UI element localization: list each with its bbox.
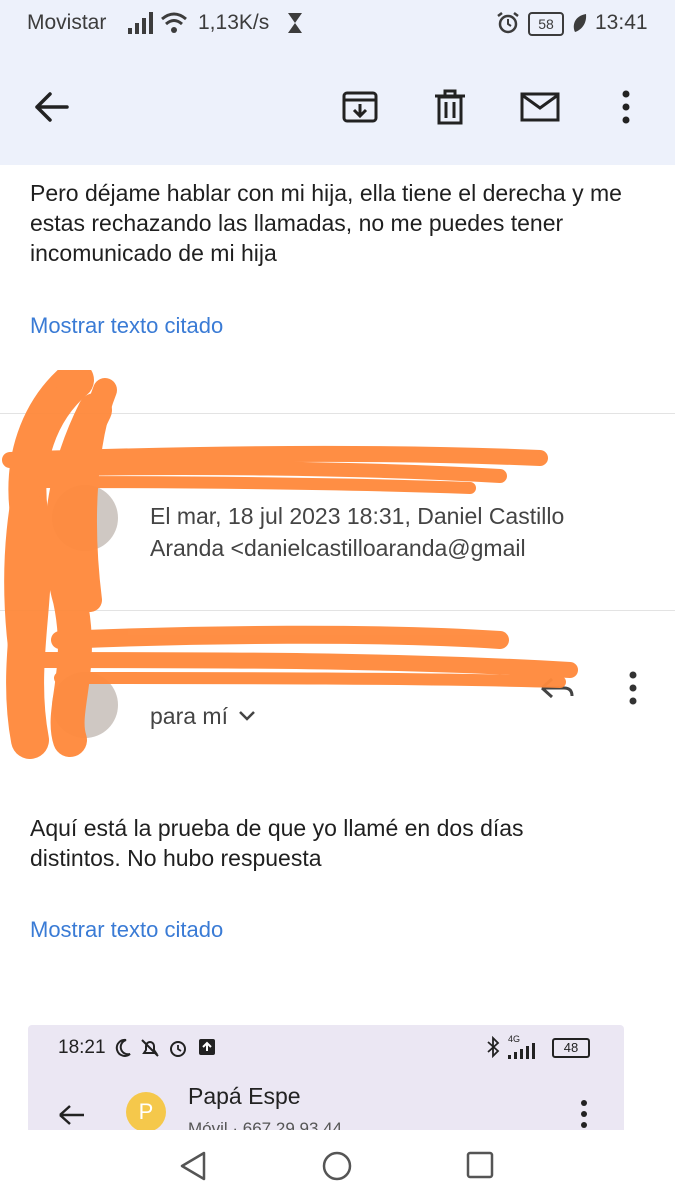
- upload-icon: [199, 1039, 215, 1055]
- mark-unread-icon: [520, 92, 560, 122]
- contact-name: Papá Espe: [188, 1083, 301, 1109]
- mark-unread-button[interactable]: [515, 82, 565, 132]
- show-quoted-text-link[interactable]: Mostrar texto citado: [30, 313, 223, 339]
- back-arrow-icon: [35, 92, 69, 122]
- nav-recents-icon[interactable]: [466, 1151, 494, 1179]
- chevron-down-icon: [239, 711, 255, 721]
- more-options-button[interactable]: [601, 82, 651, 132]
- muted-bell-icon: [141, 1039, 159, 1057]
- embedded-screenshot[interactable]: 18:21 4G 48 P Papá Espe Móvil · 667 29 9…: [28, 1025, 624, 1130]
- message-body-line-2: distintos. No hubo respuesta: [30, 845, 322, 871]
- carrier-label: Movistar: [27, 11, 107, 34]
- status-time: 13:41: [595, 11, 648, 34]
- alarm-icon: [170, 1041, 186, 1057]
- app-header: Movistar 1,13K/s 58 13:41: [0, 0, 675, 165]
- message-body: Pero déjame hablar con mi hija, ella tie…: [30, 180, 622, 266]
- recipient-details-toggle[interactable]: para mí: [150, 700, 256, 732]
- system-nav-bar: [0, 1130, 675, 1200]
- show-quoted-text-link[interactable]: Mostrar texto citado: [30, 917, 223, 943]
- archive-icon: [342, 91, 378, 123]
- embedded-time: 18:21: [58, 1037, 106, 1058]
- message-meta-line-2: Aranda <danielcastilloaranda@gmail: [150, 535, 526, 561]
- signal-icon: [128, 12, 153, 34]
- back-button[interactable]: [27, 82, 77, 132]
- contact-avatar: P: [126, 1092, 166, 1130]
- avatar[interactable]: [52, 485, 118, 551]
- contact-number: Móvil · 667 29 93 44: [188, 1119, 343, 1130]
- leaf-icon: [573, 14, 587, 32]
- wifi-icon: [161, 12, 187, 33]
- avatar[interactable]: [52, 672, 118, 738]
- nav-back-icon[interactable]: [178, 1150, 208, 1182]
- alarm-icon: [497, 12, 519, 34]
- divider: [0, 413, 675, 414]
- more-vert-icon: [622, 90, 630, 124]
- nav-home-icon[interactable]: [321, 1150, 353, 1182]
- divider: [0, 610, 675, 611]
- message-meta-line-1: El mar, 18 jul 2023 18:31, Daniel Castil…: [150, 503, 565, 529]
- trash-icon: [435, 89, 465, 125]
- status-bar: Movistar 1,13K/s 58 13:41: [0, 0, 675, 48]
- hourglass-icon: [288, 13, 302, 33]
- reply-icon[interactable]: [538, 676, 574, 700]
- embedded-battery: 48: [552, 1038, 590, 1058]
- cell-signal-icon: [508, 1043, 535, 1059]
- moon-icon: [115, 1038, 131, 1057]
- recipient-label: para mí: [150, 703, 228, 729]
- battery-indicator: 58: [528, 12, 564, 36]
- bluetooth-icon: [487, 1036, 500, 1058]
- archive-button[interactable]: [335, 82, 385, 132]
- network-speed: 1,13K/s: [198, 11, 270, 34]
- more-vert-icon: [581, 1100, 587, 1128]
- back-arrow-icon: [59, 1105, 84, 1125]
- message-body-line-1: Aquí está la prueba de que yo llamé en d…: [30, 815, 524, 841]
- delete-button[interactable]: [425, 82, 475, 132]
- more-vert-icon: [629, 671, 637, 705]
- message-more-button[interactable]: [618, 668, 648, 708]
